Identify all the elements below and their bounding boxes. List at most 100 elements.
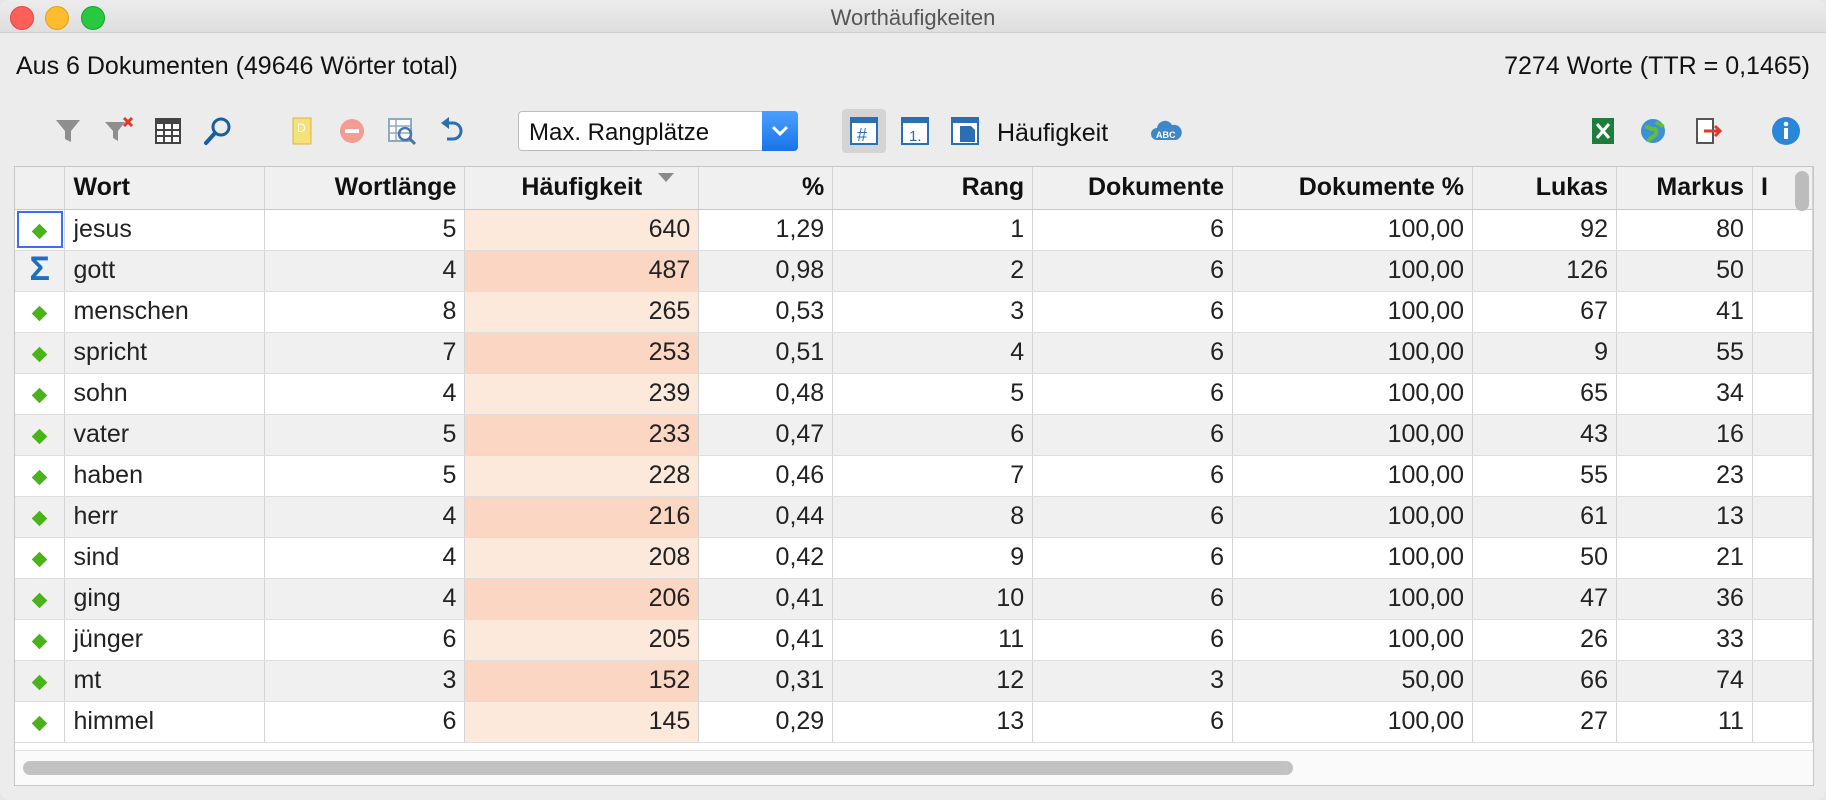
table-cell-wortlaenge: 5 [264,209,466,251]
table-cell-dokumente: 6 [1032,455,1234,497]
table-cell-rang: 10 [832,578,1034,620]
table-cell-wort: herr [64,496,266,538]
table-cell-lukas: 67 [1472,291,1617,333]
table-row[interactable]: ging 4 206 0,41 10 6 100,00 47 36 [15,578,1813,620]
column-header-wort[interactable]: Wort [64,167,266,210]
column-header-marker[interactable] [15,167,66,210]
table-cell-prozent: 0,42 [698,537,834,579]
table-cell-lukas: 61 [1472,496,1617,538]
table-cell-next [1752,373,1813,415]
table-cell-wort: gott [64,250,266,292]
column-header-prozent[interactable]: % [698,167,834,210]
row-marker-cell[interactable] [15,332,66,374]
rank-icon: 1. [901,117,929,145]
table-cell-lukas: 9 [1472,332,1617,374]
table-cell-lukas: 27 [1472,701,1617,743]
column-header-markus[interactable]: Markus [1616,167,1753,210]
table-row[interactable]: mt 3 152 0,31 12 3 50,00 66 74 [15,660,1813,702]
search-button[interactable] [196,109,240,153]
column-header-rang[interactable]: Rang [832,167,1034,210]
table-cell-wortlaenge: 4 [264,250,466,292]
hash-button[interactable]: # [842,109,886,153]
row-marker-cell[interactable] [15,414,66,456]
web-export-button[interactable] [1631,109,1675,153]
table-row[interactable]: himmel 6 145 0,29 13 6 100,00 27 11 [15,701,1813,743]
table-cell-haeufigkeit: 233 [464,414,700,456]
diamond-icon [31,223,48,240]
horizontal-scrollbar[interactable] [23,761,1293,775]
table-row[interactable]: jünger 6 205 0,41 11 6 100,00 26 33 [15,619,1813,661]
table-cell-haeufigkeit: 265 [464,291,700,333]
table-cell-markus: 41 [1616,291,1753,333]
row-marker-cell[interactable] [15,537,66,579]
table-row[interactable]: herr 4 216 0,44 8 6 100,00 61 13 [15,496,1813,538]
export-button[interactable] [1685,109,1729,153]
row-marker-cell[interactable] [15,578,66,620]
column-header-wortlaenge[interactable]: Wortlänge [264,167,466,210]
table-row[interactable]: vater 5 233 0,47 6 6 100,00 43 16 [15,414,1813,456]
table-cell-next [1752,332,1813,374]
column-header-dokumente-prozent[interactable]: Dokumente % [1232,167,1474,210]
row-marker-cell[interactable] [15,291,66,333]
table-cell-haeufigkeit: 487 [464,250,700,292]
table-cell-wortlaenge: 4 [264,578,466,620]
table-cell-haeufigkeit: 145 [464,701,700,743]
row-marker-cell[interactable] [15,701,66,743]
table-row[interactable]: jesus 5 640 1,29 1 6 100,00 92 80 [15,209,1813,251]
table-cell-prozent: 0,41 [698,619,834,661]
vertical-scrollbar[interactable] [1795,171,1809,211]
columns-button[interactable] [146,109,190,153]
rank-select[interactable]: Max. Rangplätze [518,111,798,151]
rank-button[interactable]: 1. [893,109,937,153]
document-frequency-button[interactable] [943,109,987,153]
table-cell-rang: 1 [832,209,1034,251]
row-marker-cell[interactable]: Σ [15,250,66,292]
table-row[interactable]: sind 4 208 0,42 9 6 100,00 50 21 [15,537,1813,579]
frequency-table-panel: Wort Wortlänge Häufigkeit % Rang Dokumen… [14,166,1814,786]
table-cell-prozent: 0,48 [698,373,834,415]
table-row[interactable]: Σgott 4 487 0,98 2 6 100,00 126 50 [15,250,1813,292]
column-header-dokumente[interactable]: Dokumente [1032,167,1234,210]
table-row[interactable]: sohn 4 239 0,48 5 6 100,00 65 34 [15,373,1813,415]
row-marker-cell[interactable] [15,660,66,702]
row-marker-cell[interactable] [15,455,66,497]
table-cell-prozent: 0,47 [698,414,834,456]
table-row[interactable]: menschen 8 265 0,53 3 6 100,00 67 41 [15,291,1813,333]
table-cell-markus: 23 [1616,455,1753,497]
zoom-table-button[interactable] [380,109,424,153]
table-cell-wortlaenge: 8 [264,291,466,333]
horizontal-scrollbar-track [15,750,1813,785]
table-row[interactable]: spricht 7 253 0,51 4 6 100,00 9 55 [15,332,1813,374]
row-marker-cell[interactable] [15,373,66,415]
table-cell-wortlaenge: 6 [264,619,466,661]
column-header-haeufigkeit[interactable]: Häufigkeit [464,167,700,210]
table-cell-wortlaenge: 4 [264,496,466,538]
excel-export-button[interactable] [1581,109,1625,153]
info-button[interactable] [1764,109,1808,153]
table-cell-wortlaenge: 7 [264,332,466,374]
undo-button[interactable] [430,109,474,153]
table-cell-prozent: 0,29 [698,701,834,743]
row-marker-cell[interactable] [15,209,66,251]
row-marker-cell[interactable] [15,496,66,538]
toolbar: D Max. Rangplätze # 1. Häufigkeit ABC [0,105,1826,160]
table-row[interactable]: haben 5 228 0,46 7 6 100,00 55 23 [15,455,1813,497]
table-cell-rang: 13 [832,701,1034,743]
row-marker-cell[interactable] [15,619,66,661]
table-header-row: Wort Wortlänge Häufigkeit % Rang Dokumen… [15,167,1813,210]
clear-filter-button[interactable] [96,109,140,153]
word-cloud-button[interactable]: ABC [1144,109,1188,153]
filter-button[interactable] [46,109,90,153]
document-button[interactable]: D [280,109,324,153]
hash-icon: # [850,117,878,145]
chevron-down-icon[interactable] [762,111,798,151]
table-cell-haeufigkeit: 208 [464,537,700,579]
excel-icon [1592,118,1614,144]
table-cell-next [1752,414,1813,456]
title-bar: Worthäufigkeiten [0,0,1826,33]
table-cell-markus: 36 [1616,578,1753,620]
column-header-lukas[interactable]: Lukas [1472,167,1617,210]
table-cell-next [1752,619,1813,661]
table-cell-next [1752,537,1813,579]
stop-button[interactable] [330,109,374,153]
